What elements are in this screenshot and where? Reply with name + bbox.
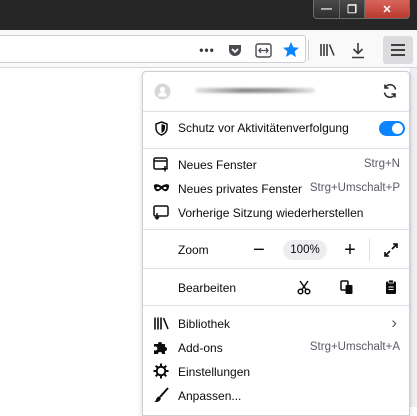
zoom-label: Zoom: [178, 243, 209, 257]
toggle-knob: [392, 123, 403, 134]
toolbar-separator: [308, 40, 309, 60]
zoom-in-button[interactable]: +: [338, 238, 362, 262]
zoom-out-button[interactable]: −: [247, 238, 271, 262]
paintbrush-icon: [152, 386, 170, 404]
restore-session-icon: [152, 203, 170, 221]
menu-icon[interactable]: [383, 36, 413, 64]
menu-item-customize[interactable]: Anpassen...: [143, 383, 409, 407]
new-window-icon: [152, 155, 170, 173]
close-button[interactable]: ✕: [364, 0, 410, 19]
menu-separator: [143, 148, 409, 149]
menu-item-label: Neues Fenster: [178, 158, 257, 172]
library-icon: [152, 314, 170, 332]
more-icon[interactable]: •••: [195, 38, 219, 62]
account-name-blurred: [195, 88, 315, 93]
menu-item-addons[interactable]: Add-ons Strg+Umschalt+A: [143, 335, 409, 359]
title-bar: — ❐ ✕: [0, 0, 417, 30]
menu-separator: [143, 229, 409, 230]
zoom-reset-button[interactable]: 100%: [283, 240, 327, 260]
menu-separator: [143, 111, 409, 112]
account-row[interactable]: [143, 78, 409, 104]
tracking-protection-toggle[interactable]: [379, 121, 405, 136]
bookmark-star-icon[interactable]: [279, 38, 303, 62]
menu-item-settings[interactable]: Einstellungen: [143, 359, 409, 383]
zoom-row: Zoom − 100% +: [143, 237, 409, 263]
tracking-protection-label: Schutz vor Aktivitätenverfolgung: [178, 121, 349, 135]
edit-label: Bearbeiten: [178, 281, 237, 295]
menu-item-label: Anpassen...: [178, 389, 242, 403]
menu-item-restore-session[interactable]: Vorherige Sitzung wiederherstellen: [143, 200, 409, 224]
shield-icon: [152, 119, 170, 137]
maximize-button[interactable]: ❐: [339, 0, 365, 19]
menu-item-library[interactable]: Bibliothek ›: [143, 311, 409, 335]
zoom-separator: [369, 239, 370, 261]
copy-icon[interactable]: [335, 275, 359, 299]
minimize-button[interactable]: —: [313, 0, 340, 19]
menu-item-shortcut: Strg+Umschalt+A: [309, 341, 400, 353]
menu-item-shortcut: Strg+Umschalt+P: [309, 182, 400, 194]
page-scrollbar[interactable]: [410, 68, 417, 407]
pocket-icon[interactable]: [223, 38, 247, 62]
menu-separator: [143, 305, 409, 306]
menu-item-new-window[interactable]: Neues Fenster Strg+N: [143, 152, 409, 176]
menu-item-label: Neues privates Fenster: [178, 182, 303, 196]
menu-item-label: Einstellungen: [178, 365, 251, 379]
puzzle-icon: [152, 338, 170, 356]
reader-icon[interactable]: [251, 38, 275, 62]
private-mask-icon: [152, 179, 170, 197]
paste-icon[interactable]: [379, 275, 403, 299]
sync-icon[interactable]: [381, 82, 399, 100]
edit-row: Bearbeiten: [143, 274, 409, 300]
app-menu-panel: Schutz vor Aktivitätenverfolgung Neues F…: [142, 71, 410, 416]
menu-item-label: Add-ons: [178, 341, 223, 355]
cut-icon[interactable]: [292, 275, 316, 299]
downloads-icon[interactable]: [346, 38, 370, 62]
menu-item-new-private-window[interactable]: Neues privates Fenster Strg+Umschalt+P: [143, 176, 409, 200]
menu-separator: [143, 268, 409, 269]
fullscreen-icon[interactable]: [379, 238, 403, 262]
tracking-protection-row[interactable]: Schutz vor Aktivitätenverfolgung: [143, 116, 409, 140]
chevron-right-icon: ›: [391, 313, 397, 332]
menu-item-label: Bibliothek: [178, 317, 231, 331]
menu-item-shortcut: Strg+N: [363, 158, 400, 170]
menu-item-label: Vorherige Sitzung wiederherstellen: [178, 206, 364, 220]
avatar-icon: [153, 82, 171, 100]
gear-icon: [152, 362, 170, 380]
library-icon[interactable]: [316, 38, 340, 62]
